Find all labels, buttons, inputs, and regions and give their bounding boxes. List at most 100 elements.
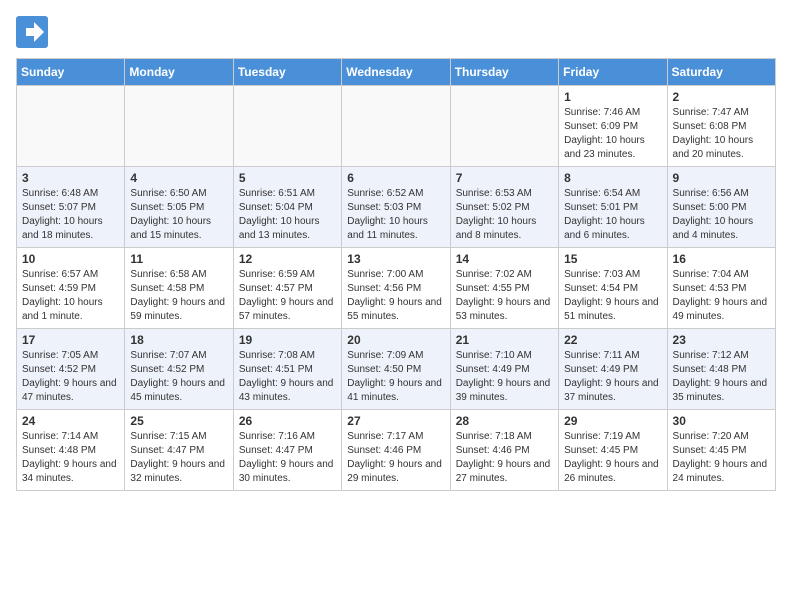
- calendar-week-4: 24 Sunrise: 7:14 AM Sunset: 4:48 PM Dayli…: [17, 410, 776, 491]
- day-number: 9: [673, 171, 770, 185]
- calendar-cell: 15 Sunrise: 7:03 AM Sunset: 4:54 PM Dayli…: [559, 248, 667, 329]
- calendar-cell: 11Sunrise: 6:58 AM Sunset: 4:58 PM Dayli…: [125, 248, 233, 329]
- day-info: Sunrise: 7:08 AM Sunset: 4:51 PM Dayligh…: [239, 349, 336, 405]
- day-info: Sunrise: 7:18 AM Sunset: 4:46 PM Dayligh…: [456, 430, 553, 486]
- col-header-friday: Friday: [559, 59, 667, 86]
- calendar-cell: 21 Sunrise: 7:10 AM Sunset: 4:49 PM Dayli…: [450, 329, 558, 410]
- day-number: 19: [239, 333, 336, 347]
- day-number: 3: [22, 171, 119, 185]
- day-number: 29: [564, 414, 661, 428]
- day-number: 13: [347, 252, 444, 266]
- calendar-cell: 17 Sunrise: 7:05 AM Sunset: 4:52 PM Dayli…: [17, 329, 125, 410]
- day-number: 23: [673, 333, 770, 347]
- day-info: Sunrise: 6:52 AM Sunset: 5:03 PM Dayligh…: [347, 187, 444, 243]
- day-number: 2: [673, 90, 770, 104]
- header: [16, 16, 776, 48]
- day-info: Sunrise: 7:09 AM Sunset: 4:50 PM Dayligh…: [347, 349, 444, 405]
- calendar-cell: [17, 86, 125, 167]
- calendar-cell: 27Sunrise: 7:17 AM Sunset: 4:46 PM Dayli…: [342, 410, 450, 491]
- logo: [16, 16, 52, 48]
- day-number: 25: [130, 414, 227, 428]
- day-number: 10: [22, 252, 119, 266]
- day-number: 20: [347, 333, 444, 347]
- calendar-cell: [125, 86, 233, 167]
- day-info: Sunrise: 7:10 AM Sunset: 4:49 PM Dayligh…: [456, 349, 553, 405]
- day-info: Sunrise: 7:11 AM Sunset: 4:49 PM Dayligh…: [564, 349, 661, 405]
- day-number: 26: [239, 414, 336, 428]
- day-number: 15: [564, 252, 661, 266]
- col-header-tuesday: Tuesday: [233, 59, 341, 86]
- calendar-cell: 3 Sunrise: 6:48 AM Sunset: 5:07 PM Daylig…: [17, 167, 125, 248]
- day-info: Sunrise: 7:03 AM Sunset: 4:54 PM Dayligh…: [564, 268, 661, 324]
- col-header-saturday: Saturday: [667, 59, 775, 86]
- calendar-week-3: 17 Sunrise: 7:05 AM Sunset: 4:52 PM Dayli…: [17, 329, 776, 410]
- calendar-cell: 2 Sunrise: 7:47 AM Sunset: 6:08 PM Daylig…: [667, 86, 775, 167]
- day-number: 6: [347, 171, 444, 185]
- calendar-cell: 24 Sunrise: 7:14 AM Sunset: 4:48 PM Dayli…: [17, 410, 125, 491]
- day-number: 12: [239, 252, 336, 266]
- day-number: 11: [130, 252, 227, 266]
- day-info: Sunrise: 6:54 AM Sunset: 5:01 PM Dayligh…: [564, 187, 661, 243]
- calendar-cell: 6 Sunrise: 6:52 AM Sunset: 5:03 PM Daylig…: [342, 167, 450, 248]
- day-number: 4: [130, 171, 227, 185]
- col-header-sunday: Sunday: [17, 59, 125, 86]
- day-number: 1: [564, 90, 661, 104]
- calendar-cell: 23 Sunrise: 7:12 AM Sunset: 4:48 PM Dayli…: [667, 329, 775, 410]
- day-info: Sunrise: 6:50 AM Sunset: 5:05 PM Dayligh…: [130, 187, 227, 243]
- day-number: 16: [673, 252, 770, 266]
- calendar-cell: 26 Sunrise: 7:16 AM Sunset: 4:47 PM Dayli…: [233, 410, 341, 491]
- day-number: 18: [130, 333, 227, 347]
- calendar-week-0: 1 Sunrise: 7:46 AM Sunset: 6:09 PM Daylig…: [17, 86, 776, 167]
- day-info: Sunrise: 7:07 AM Sunset: 4:52 PM Dayligh…: [130, 349, 227, 405]
- day-info: Sunrise: 7:05 AM Sunset: 4:52 PM Dayligh…: [22, 349, 119, 405]
- day-info: Sunrise: 6:57 AM Sunset: 4:59 PM Dayligh…: [22, 268, 119, 324]
- day-number: 8: [564, 171, 661, 185]
- calendar-cell: 25 Sunrise: 7:15 AM Sunset: 4:47 PM Dayli…: [125, 410, 233, 491]
- calendar-cell: 30 Sunrise: 7:20 AM Sunset: 4:45 PM Dayli…: [667, 410, 775, 491]
- calendar-week-2: 10 Sunrise: 6:57 AM Sunset: 4:59 PM Dayli…: [17, 248, 776, 329]
- calendar-cell: 14Sunrise: 7:02 AM Sunset: 4:55 PM Dayli…: [450, 248, 558, 329]
- calendar-cell: 20 Sunrise: 7:09 AM Sunset: 4:50 PM Dayli…: [342, 329, 450, 410]
- day-info: Sunrise: 7:00 AM Sunset: 4:56 PM Dayligh…: [347, 268, 444, 324]
- calendar-cell: 29 Sunrise: 7:19 AM Sunset: 4:45 PM Dayli…: [559, 410, 667, 491]
- logo-icon: [16, 16, 48, 48]
- day-info: Sunrise: 6:59 AM Sunset: 4:57 PM Dayligh…: [239, 268, 336, 324]
- calendar-cell: 9 Sunrise: 6:56 AM Sunset: 5:00 PM Daylig…: [667, 167, 775, 248]
- day-info: Sunrise: 7:19 AM Sunset: 4:45 PM Dayligh…: [564, 430, 661, 486]
- calendar-header-row: SundayMondayTuesdayWednesdayThursdayFrid…: [17, 59, 776, 86]
- day-info: Sunrise: 6:48 AM Sunset: 5:07 PM Dayligh…: [22, 187, 119, 243]
- day-info: Sunrise: 6:53 AM Sunset: 5:02 PM Dayligh…: [456, 187, 553, 243]
- day-number: 17: [22, 333, 119, 347]
- calendar-week-1: 3 Sunrise: 6:48 AM Sunset: 5:07 PM Daylig…: [17, 167, 776, 248]
- calendar-cell: [450, 86, 558, 167]
- day-info: Sunrise: 7:46 AM Sunset: 6:09 PM Dayligh…: [564, 106, 661, 162]
- day-number: 24: [22, 414, 119, 428]
- col-header-wednesday: Wednesday: [342, 59, 450, 86]
- day-info: Sunrise: 7:04 AM Sunset: 4:53 PM Dayligh…: [673, 268, 770, 324]
- calendar-cell: 1 Sunrise: 7:46 AM Sunset: 6:09 PM Daylig…: [559, 86, 667, 167]
- calendar-cell: 5Sunrise: 6:51 AM Sunset: 5:04 PM Daylig…: [233, 167, 341, 248]
- calendar-cell: 28Sunrise: 7:18 AM Sunset: 4:46 PM Dayli…: [450, 410, 558, 491]
- calendar-cell: 16 Sunrise: 7:04 AM Sunset: 4:53 PM Dayli…: [667, 248, 775, 329]
- calendar-cell: 18 Sunrise: 7:07 AM Sunset: 4:52 PM Dayli…: [125, 329, 233, 410]
- calendar-cell: 19 Sunrise: 7:08 AM Sunset: 4:51 PM Dayli…: [233, 329, 341, 410]
- day-info: Sunrise: 7:47 AM Sunset: 6:08 PM Dayligh…: [673, 106, 770, 162]
- day-info: Sunrise: 7:14 AM Sunset: 4:48 PM Dayligh…: [22, 430, 119, 486]
- col-header-monday: Monday: [125, 59, 233, 86]
- calendar-cell: 8 Sunrise: 6:54 AM Sunset: 5:01 PM Daylig…: [559, 167, 667, 248]
- day-number: 21: [456, 333, 553, 347]
- day-info: Sunrise: 7:12 AM Sunset: 4:48 PM Dayligh…: [673, 349, 770, 405]
- day-number: 27: [347, 414, 444, 428]
- calendar-cell: [233, 86, 341, 167]
- calendar-cell: 12 Sunrise: 6:59 AM Sunset: 4:57 PM Dayli…: [233, 248, 341, 329]
- calendar-cell: 22 Sunrise: 7:11 AM Sunset: 4:49 PM Dayli…: [559, 329, 667, 410]
- day-number: 22: [564, 333, 661, 347]
- day-info: Sunrise: 7:15 AM Sunset: 4:47 PM Dayligh…: [130, 430, 227, 486]
- day-number: 14: [456, 252, 553, 266]
- day-info: Sunrise: 6:56 AM Sunset: 5:00 PM Dayligh…: [673, 187, 770, 243]
- calendar-cell: 10 Sunrise: 6:57 AM Sunset: 4:59 PM Dayli…: [17, 248, 125, 329]
- day-number: 30: [673, 414, 770, 428]
- day-info: Sunrise: 7:20 AM Sunset: 4:45 PM Dayligh…: [673, 430, 770, 486]
- day-info: Sunrise: 7:16 AM Sunset: 4:47 PM Dayligh…: [239, 430, 336, 486]
- calendar-cell: 4 Sunrise: 6:50 AM Sunset: 5:05 PM Daylig…: [125, 167, 233, 248]
